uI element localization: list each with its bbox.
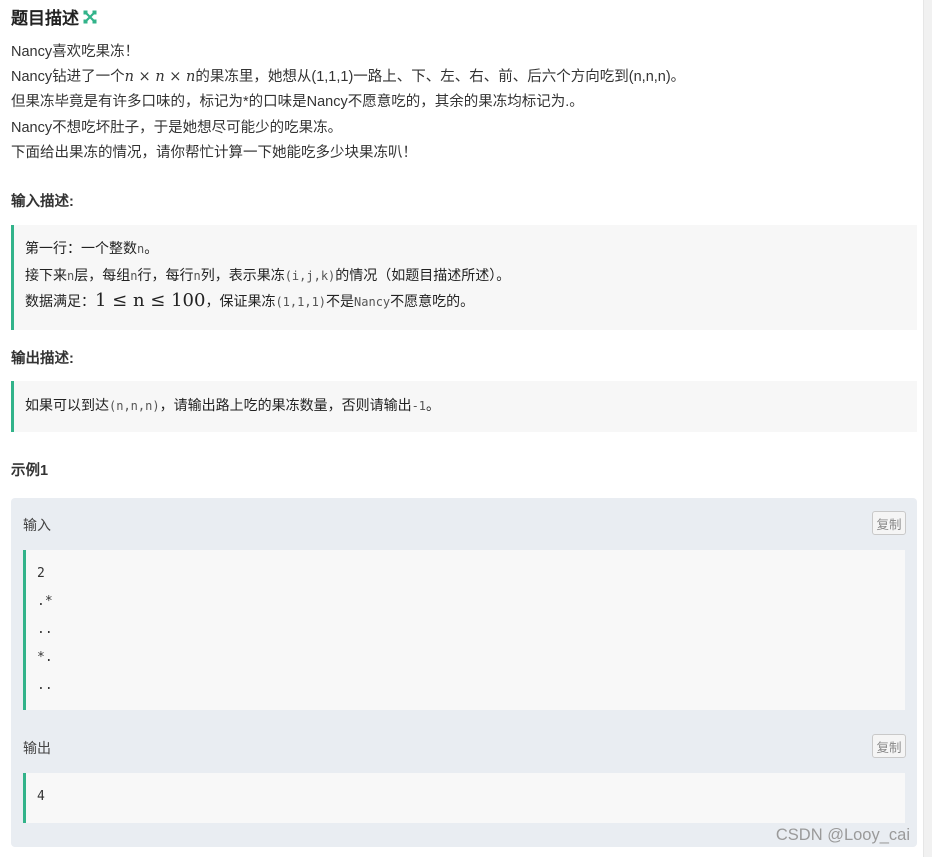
- code-line: 4: [37, 789, 45, 804]
- problem-page: 题目描述 Nancy喜欢吃果冻！ Nancy钻进了一个n × n × n的果冻里…: [0, 0, 924, 857]
- desc-line: Nancy不想吃坏肚子，于是她想尽可能少的吃果冻。: [11, 119, 343, 136]
- watermark: CSDN @Looy_cai: [775, 826, 910, 844]
- code-line: ..: [37, 622, 53, 637]
- code-line: 2: [37, 566, 45, 581]
- example-input-label: 输入: [23, 517, 51, 533]
- code-line: ..: [37, 678, 53, 693]
- title-text: 题目描述: [11, 8, 79, 28]
- example-output-code[interactable]: 4: [23, 773, 905, 823]
- output-heading: 输出描述:: [11, 351, 74, 367]
- desc-line: Nancy钻进了一个n × n × n的果冻里，她想从(1,1,1)一路上、下、…: [11, 69, 686, 86]
- math-expression: 1 ≤ n ≤ 100: [95, 290, 206, 311]
- input-desc-line: 接下来n层，每组n行，每行n列，表示果冻(i,j,k)的情况（如题目描述所述）。: [25, 268, 511, 284]
- copy-input-button[interactable]: 复制: [872, 511, 906, 535]
- input-description-box: 第一行：一个整数n。 接下来n层，每组n行，每行n列，表示果冻(i,j,k)的情…: [11, 225, 917, 330]
- copy-output-button[interactable]: 复制: [872, 734, 906, 758]
- problem-description: Nancy喜欢吃果冻！ Nancy钻进了一个n × n × n的果冻里，她想从(…: [11, 40, 911, 166]
- problem-title: 题目描述: [11, 5, 97, 28]
- code-line: *.: [37, 650, 53, 665]
- input-desc-line: 第一行：一个整数n。: [25, 241, 159, 257]
- example-output-label: 输出: [23, 740, 51, 756]
- example-heading: 示例1: [11, 463, 49, 479]
- output-desc-line: 如果可以到达(n,n,n)，请输出路上吃的果冻数量，否则请输出-1。: [25, 398, 441, 414]
- example-panel: 输入 复制 2 .* .. *. .. 输出 复制 4: [11, 498, 917, 847]
- input-desc-line: 数据满足：1 ≤ n ≤ 100，保证果冻(1,1,1)不是Nancy不愿意吃的…: [25, 290, 475, 311]
- expand-icon[interactable]: [83, 9, 97, 24]
- example-input-code[interactable]: 2 .* .. *. ..: [23, 550, 905, 710]
- desc-line: Nancy喜欢吃果冻！: [11, 44, 140, 60]
- output-description-box: 如果可以到达(n,n,n)，请输出路上吃的果冻数量，否则请输出-1。: [11, 381, 917, 432]
- math-expression: n × n × n: [124, 69, 196, 86]
- code-line: .*: [37, 594, 53, 609]
- scrollbar[interactable]: [923, 0, 932, 857]
- desc-line: 但果冻毕竟是有许多口味的，标记为*的口味是Nancy不愿意吃的，其余的果冻均标记…: [11, 94, 584, 111]
- input-heading: 输入描述:: [11, 194, 74, 210]
- desc-line: 下面给出果冻的情况，请你帮忙计算一下她能吃多少块果冻叭！: [11, 144, 417, 161]
